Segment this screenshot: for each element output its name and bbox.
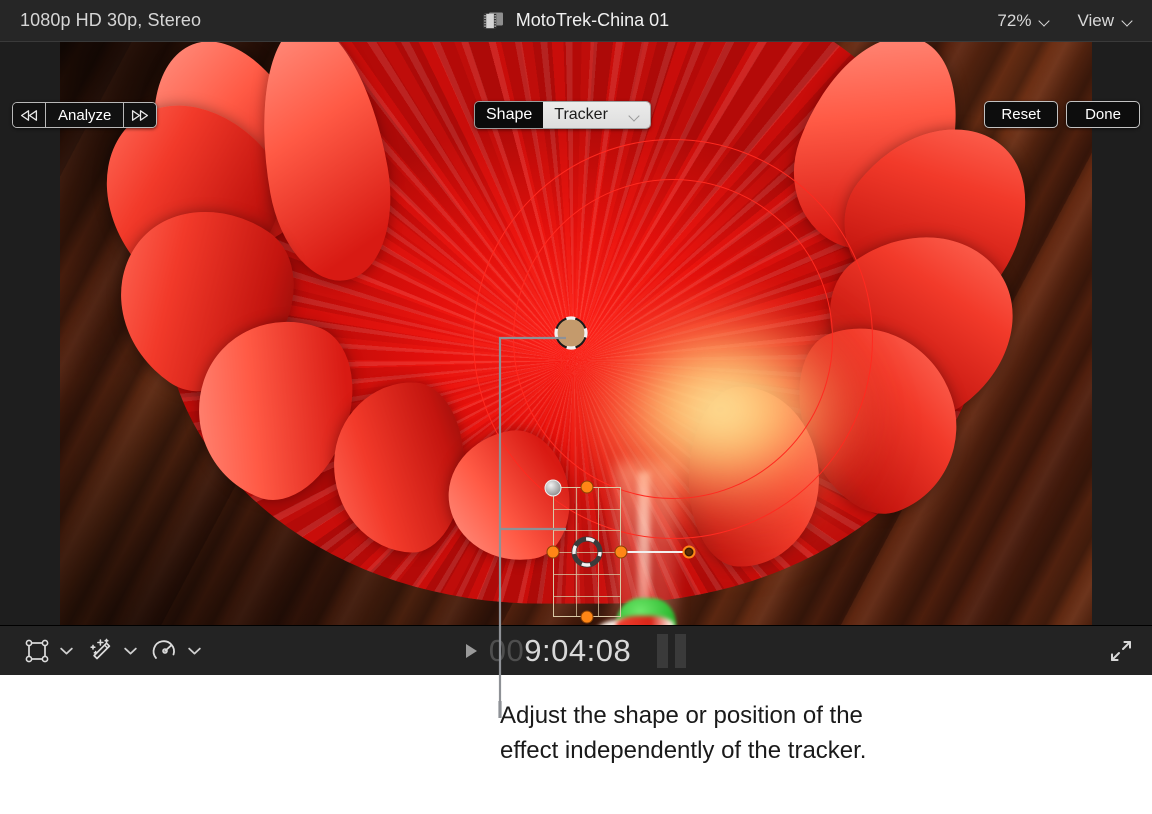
retime-speed-icon[interactable]	[150, 636, 180, 666]
chevron-down-icon	[630, 112, 641, 119]
timecode-field-bars	[657, 634, 686, 668]
tab-shape[interactable]: Shape	[475, 102, 543, 128]
viewer-action-buttons: Reset Done	[984, 101, 1140, 128]
chevron-down-icon[interactable]	[122, 643, 138, 659]
timecode-bar	[657, 634, 668, 668]
retime-tool-group	[144, 636, 208, 666]
shape-handle-right[interactable]	[615, 546, 628, 559]
reset-button[interactable]: Reset	[984, 101, 1058, 128]
rewind-icon	[20, 110, 38, 121]
analyze-control-group: Analyze	[12, 102, 157, 128]
analyze-next-button[interactable]	[124, 103, 156, 127]
shape-grid-line	[554, 509, 620, 510]
shape-handle-left[interactable]	[547, 546, 560, 559]
transform-tool-group	[16, 636, 80, 666]
shape-grid-line	[554, 574, 620, 575]
shape-grid-line	[554, 530, 620, 531]
rotation-handle-icon[interactable]	[545, 480, 562, 497]
expand-viewer-button[interactable]	[1108, 626, 1134, 676]
fast-forward-icon	[131, 110, 149, 121]
zoom-level-value: 72%	[997, 11, 1031, 31]
title-bar-right-controls: 72% View	[997, 11, 1134, 31]
view-menu[interactable]: View	[1077, 11, 1134, 31]
magic-wand-icon[interactable]	[86, 636, 116, 666]
chevron-down-icon[interactable]	[58, 643, 74, 659]
video-image	[60, 42, 1092, 625]
tracker-crosshair-icon[interactable]	[553, 315, 589, 351]
enhance-tool-group	[80, 636, 144, 666]
shape-tracker-control: Shape Tracker	[474, 101, 651, 129]
viewer-bottom-toolbar: 009:04:08	[0, 625, 1152, 675]
transform-shape-icon[interactable]	[22, 636, 52, 666]
timecode-dim-part: 00	[489, 633, 524, 668]
expand-arrows-icon	[1108, 638, 1134, 664]
shape-rotation-arm[interactable]	[621, 551, 687, 553]
view-menu-label: View	[1077, 11, 1114, 31]
zoom-level-menu[interactable]: 72%	[997, 11, 1051, 31]
callout-caption: Adjust the shape or position of the effe…	[500, 698, 920, 768]
shape-grid-line	[554, 596, 620, 597]
timecode-bar	[675, 634, 686, 668]
shape-handle-bottom[interactable]	[581, 611, 594, 624]
rotation-ring-icon[interactable]	[683, 546, 696, 559]
timecode-field[interactable]: 009:04:08	[489, 633, 631, 669]
final-cut-viewer-window: 1080p HD 30p, Stereo	[0, 0, 1152, 814]
title-bar: 1080p HD 30p, Stereo	[0, 0, 1152, 42]
analyze-previous-button[interactable]	[13, 103, 46, 127]
chevron-down-icon[interactable]	[186, 643, 202, 659]
red-object	[616, 616, 674, 625]
play-triangle-icon[interactable]	[466, 644, 477, 658]
viewer-canvas: Analyze Shape Tracker Reset Done	[0, 42, 1152, 625]
tracker-popup-menu[interactable]: Tracker	[543, 102, 650, 128]
analyze-button[interactable]: Analyze	[46, 103, 124, 127]
chevron-down-icon	[1123, 17, 1134, 24]
shape-crosshair-icon[interactable]	[570, 535, 604, 569]
project-title: MotoTrek-China 01	[516, 10, 669, 31]
chevron-down-icon	[1040, 17, 1051, 24]
viewer-tool-groups	[16, 626, 208, 676]
done-button[interactable]: Done	[1066, 101, 1140, 128]
project-format-label: 1080p HD 30p, Stereo	[20, 10, 201, 31]
tracker-popup-label: Tracker	[554, 106, 608, 124]
shape-handle-top[interactable]	[581, 481, 594, 494]
timecode-active-part: 9:04:08	[524, 633, 631, 668]
film-strip-icon	[483, 11, 504, 30]
